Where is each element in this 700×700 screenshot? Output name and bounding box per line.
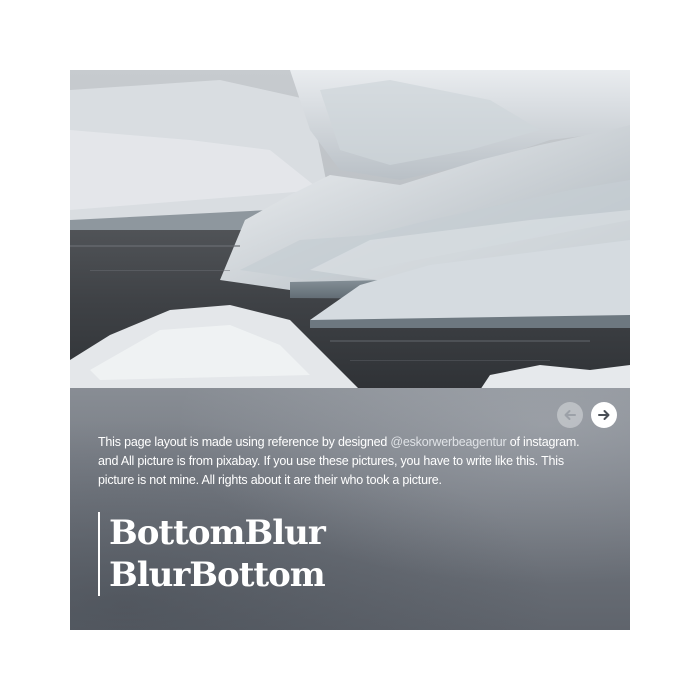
slider-card: This page layout is made using reference…: [70, 70, 630, 630]
title-line-2: BlurBottom: [109, 555, 326, 595]
card-title: BottomBlur BlurBottom: [98, 512, 326, 596]
arrow-left-icon: [564, 410, 576, 420]
card-description: This page layout is made using reference…: [98, 433, 598, 490]
title-line-1: BottomBlur: [109, 513, 326, 553]
prev-slide-button[interactable]: [557, 402, 583, 428]
author-handle-link[interactable]: @eskorwerbeagentur: [390, 435, 506, 449]
arrow-right-icon: [598, 410, 610, 420]
description-text-start: This page layout is made using reference…: [98, 435, 391, 449]
next-slide-button[interactable]: [591, 402, 617, 428]
